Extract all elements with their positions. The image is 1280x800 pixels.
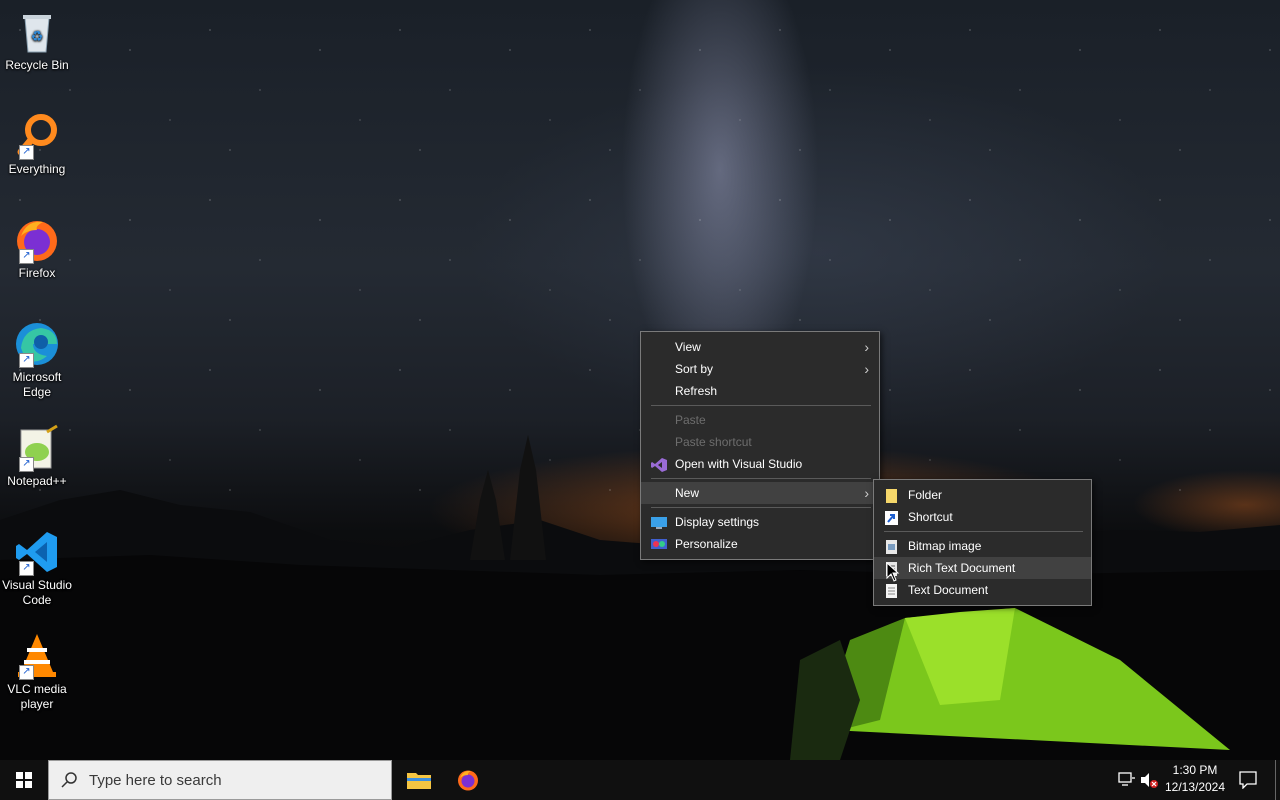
submenu-item-text-document[interactable]: Text Document: [874, 579, 1091, 601]
visual-studio-icon: [651, 457, 667, 472]
clock-date: 12/13/2024: [1164, 780, 1226, 794]
shortcut-arrow-icon: ↗: [19, 249, 34, 264]
vlc-icon: ↗: [13, 632, 61, 680]
notepadpp-icon: ↗: [13, 424, 61, 472]
desktop-icon-label: Firefox: [18, 266, 56, 280]
desktop-context-menu: View › Sort by › Refresh Paste Paste sho…: [640, 331, 880, 560]
menu-item-paste[interactable]: Paste: [641, 409, 879, 431]
submenu-item-rich-text-document[interactable]: Rich Text Document: [874, 557, 1091, 579]
desktop-icon-vscode[interactable]: ↗ Visual Studio Code: [2, 528, 72, 608]
menu-item-label: Folder: [908, 488, 943, 502]
volume-muted-icon[interactable]: [1140, 772, 1158, 788]
menu-item-label: Sort by: [675, 362, 714, 376]
vscode-icon: ↗: [13, 528, 61, 576]
system-tray: [1112, 760, 1160, 800]
desktop-icon-label: Everything: [8, 162, 66, 176]
taskbar-file-explorer[interactable]: [395, 760, 443, 800]
desktop-icon-recycle-bin[interactable]: ♻ Recycle Bin: [2, 8, 72, 73]
new-submenu: Folder Shortcut Bitmap image Rich Text D…: [873, 479, 1092, 606]
menu-item-label: Text Document: [908, 583, 989, 597]
menu-item-view[interactable]: View ›: [641, 336, 879, 358]
menu-item-label: View: [675, 340, 701, 354]
submenu-item-shortcut[interactable]: Shortcut: [874, 506, 1091, 528]
shortcut-arrow-icon: ↗: [19, 457, 34, 472]
recycle-bin-icon: ♻: [13, 8, 61, 56]
menu-separator: [651, 405, 871, 406]
shortcut-icon: [884, 510, 900, 525]
search-icon: [61, 772, 77, 788]
menu-item-personalize[interactable]: Personalize: [641, 533, 879, 555]
personalize-icon: [651, 537, 667, 551]
desktop-wallpaper[interactable]: ♻ Recycle Bin ↗ Everything ↗ Firefox ↗ M…: [0, 0, 1280, 760]
menu-item-paste-shortcut[interactable]: Paste shortcut: [641, 431, 879, 453]
menu-item-display-settings[interactable]: Display settings: [641, 511, 879, 533]
desktop-icon-edge[interactable]: ↗ Microsoft Edge: [2, 320, 72, 400]
desktop-icon-everything[interactable]: ↗ Everything: [2, 112, 72, 177]
submenu-item-bitmap[interactable]: Bitmap image: [874, 535, 1091, 557]
clock-time: 1:30 PM: [1172, 763, 1218, 777]
menu-item-label: Paste shortcut: [675, 435, 752, 449]
menu-item-label: Shortcut: [908, 510, 953, 524]
menu-item-label: Paste: [675, 413, 706, 427]
desktop-icon-notepadpp[interactable]: ↗ Notepad++: [2, 424, 72, 489]
desktop-icon-label: VLC media player: [7, 682, 67, 711]
menu-item-refresh[interactable]: Refresh: [641, 380, 879, 402]
search-placeholder: Type here to search: [89, 772, 222, 789]
text-document-icon: [884, 583, 900, 598]
folder-icon: [884, 488, 900, 503]
shortcut-arrow-icon: ↗: [19, 665, 34, 680]
bitmap-image-icon: [884, 539, 900, 554]
menu-item-label: Rich Text Document: [908, 561, 1016, 575]
chevron-right-icon: ›: [864, 485, 869, 501]
menu-item-open-with-visual-studio[interactable]: Open with Visual Studio: [641, 453, 879, 475]
svg-text:♻: ♻: [31, 29, 44, 45]
menu-separator: [651, 507, 871, 508]
submenu-item-folder[interactable]: Folder: [874, 484, 1091, 506]
chevron-right-icon: ›: [864, 361, 869, 377]
menu-item-new[interactable]: New ›: [641, 482, 879, 504]
desktop-icon-firefox[interactable]: ↗ Firefox: [2, 216, 72, 281]
desktop-icon-label: Microsoft Edge: [12, 370, 62, 399]
firefox-icon: ↗: [13, 216, 61, 264]
file-explorer-icon: [407, 773, 431, 789]
menu-item-label: New: [675, 486, 700, 500]
menu-separator: [651, 478, 871, 479]
firefox-icon: [458, 770, 478, 791]
desktop-icon-vlc[interactable]: ↗ VLC media player: [2, 632, 72, 712]
menu-item-sort-by[interactable]: Sort by ›: [641, 358, 879, 380]
shortcut-arrow-icon: ↗: [19, 353, 34, 368]
menu-item-label: Refresh: [675, 384, 718, 398]
windows-logo-icon: [16, 772, 32, 788]
taskbar-firefox[interactable]: [444, 760, 492, 800]
desktop-icon-label: Notepad++: [7, 474, 67, 488]
mouse-cursor-icon: [886, 562, 900, 582]
show-desktop-button[interactable]: [1275, 760, 1280, 800]
taskbar-search-box[interactable]: Type here to search: [48, 760, 392, 800]
menu-item-label: Display settings: [675, 515, 760, 529]
start-button[interactable]: [0, 760, 48, 800]
shortcut-arrow-icon: ↗: [19, 145, 34, 160]
network-icon[interactable]: [1118, 772, 1136, 788]
action-center-button[interactable]: [1232, 760, 1266, 800]
menu-item-label: Open with Visual Studio: [675, 457, 803, 471]
menu-item-label: Bitmap image: [908, 539, 982, 553]
taskbar: Type here to search 1:30 PM 12/13/2024: [0, 760, 1280, 800]
edge-icon: ↗: [13, 320, 61, 368]
desktop-icon-label: Recycle Bin: [5, 58, 69, 72]
menu-separator: [884, 531, 1083, 532]
chevron-right-icon: ›: [864, 339, 869, 355]
desktop-icon-label: Visual Studio Code: [2, 578, 72, 607]
notification-icon: [1239, 771, 1257, 789]
taskbar-clock[interactable]: 1:30 PM 12/13/2024: [1160, 762, 1230, 796]
display-settings-icon: [651, 515, 667, 529]
shortcut-arrow-icon: ↗: [19, 561, 34, 576]
everything-search-icon: ↗: [13, 112, 61, 160]
menu-item-label: Personalize: [675, 537, 738, 551]
